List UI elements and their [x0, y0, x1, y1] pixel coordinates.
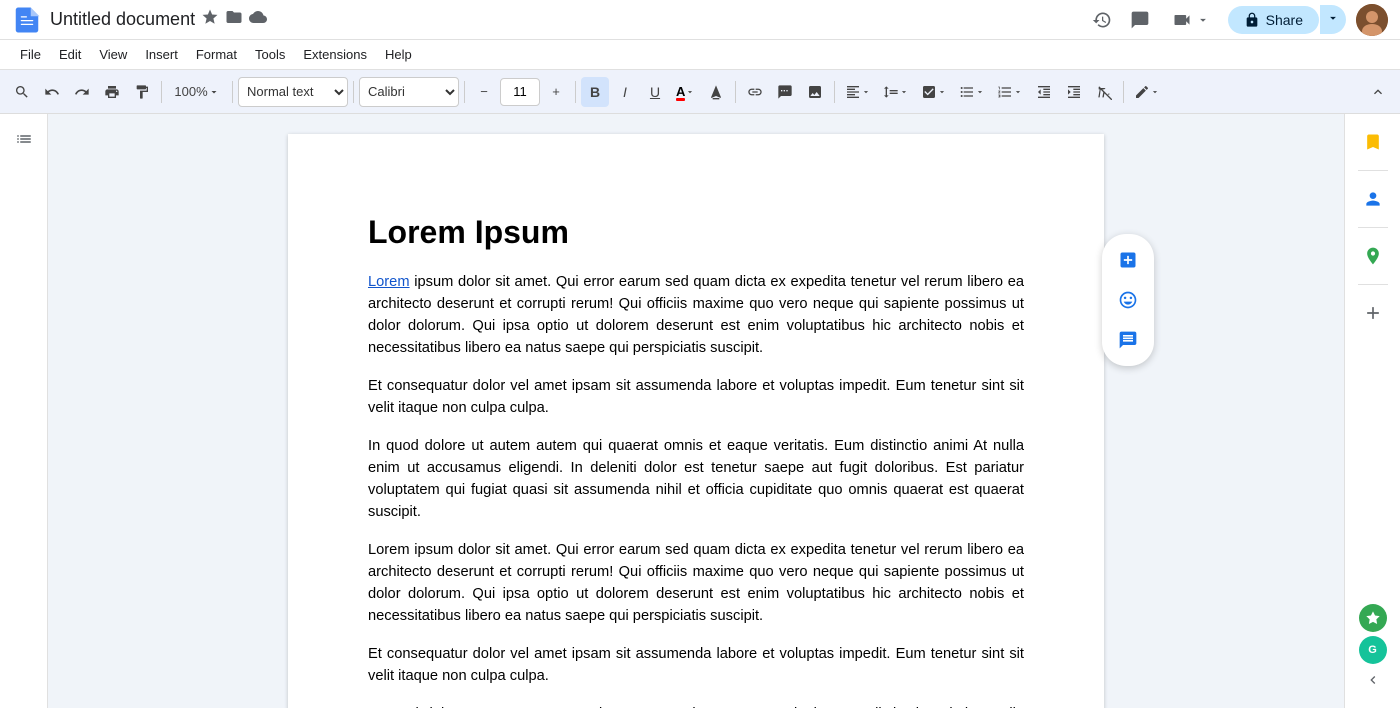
redo-button[interactable] — [68, 77, 96, 107]
toolbar-collapse-button[interactable] — [1364, 77, 1392, 107]
people-button[interactable] — [1353, 179, 1393, 219]
italic-button[interactable]: I — [611, 77, 639, 107]
document-area[interactable]: Lorem Ipsum Lorem ipsum dolor sit amet. … — [48, 114, 1344, 708]
star-icon[interactable] — [201, 8, 219, 31]
user-avatar[interactable] — [1356, 4, 1388, 36]
expand-panel-button[interactable] — [1361, 668, 1385, 692]
lorem-link[interactable]: Lorem — [368, 274, 410, 290]
text-color-button[interactable]: A — [671, 77, 700, 107]
insert-link-button[interactable] — [741, 77, 769, 107]
separator-3 — [353, 81, 354, 103]
menu-item-extensions[interactable]: Extensions — [295, 44, 375, 65]
keep-button[interactable] — [1353, 122, 1393, 162]
emoji-reaction-button[interactable] — [1110, 282, 1146, 318]
outline-button[interactable] — [9, 124, 39, 157]
font-size-increase[interactable]: + — [542, 77, 570, 107]
paragraph-1-text: ipsum dolor sit amet. Qui error earum se… — [368, 274, 1024, 356]
indent-decrease-button[interactable] — [1030, 77, 1058, 107]
alignment-button[interactable] — [840, 77, 876, 107]
menu-bar: File Edit View Insert Format Tools Exten… — [0, 40, 1400, 70]
numbered-list-button[interactable] — [992, 77, 1028, 107]
title-icons — [201, 8, 267, 31]
main-area: Lorem Ipsum Lorem ipsum dolor sit amet. … — [0, 114, 1400, 708]
cloud-icon[interactable] — [249, 8, 267, 31]
bottom-right-icons: G — [1359, 604, 1387, 700]
history-button[interactable] — [1088, 6, 1116, 34]
paragraph-4[interactable]: Lorem ipsum dolor sit amet. Qui error ea… — [368, 539, 1024, 627]
separator-1 — [161, 81, 162, 103]
document-heading[interactable]: Lorem Ipsum — [368, 214, 1024, 251]
search-button[interactable] — [8, 77, 36, 107]
right-sidebar-divider-2 — [1358, 227, 1388, 228]
separator-4 — [464, 81, 465, 103]
maps-button[interactable] — [1353, 236, 1393, 276]
menu-item-help[interactable]: Help — [377, 44, 420, 65]
menu-item-insert[interactable]: Insert — [137, 44, 186, 65]
document-page: Lorem Ipsum Lorem ipsum dolor sit amet. … — [288, 134, 1104, 708]
menu-item-tools[interactable]: Tools — [247, 44, 293, 65]
paragraph-2[interactable]: Et consequatur dolor vel amet ipsam sit … — [368, 375, 1024, 419]
title-bar: Untitled document — [0, 0, 1400, 40]
bullet-list-button[interactable] — [954, 77, 990, 107]
comments-button[interactable] — [1126, 6, 1154, 34]
menu-item-edit[interactable]: Edit — [51, 44, 89, 65]
document-title[interactable]: Untitled document — [50, 9, 195, 30]
add-comment-float-button[interactable] — [1110, 322, 1146, 358]
insert-image-button[interactable] — [801, 77, 829, 107]
share-area: Share — [1228, 5, 1346, 34]
indent-increase-button[interactable] — [1060, 77, 1088, 107]
underline-button[interactable]: U — [641, 77, 669, 107]
share-dropdown-arrow[interactable] — [1320, 5, 1346, 34]
right-sidebar: G — [1344, 114, 1400, 708]
green-assist-icon[interactable] — [1359, 604, 1387, 632]
font-size-decrease[interactable]: − — [470, 77, 498, 107]
undo-button[interactable] — [38, 77, 66, 107]
grammarly-icon[interactable]: G — [1359, 636, 1387, 664]
text-style-select[interactable]: Normal text Heading 1 Heading 2 Heading … — [238, 77, 348, 107]
paint-format-button[interactable] — [128, 77, 156, 107]
drawing-button[interactable] — [1129, 77, 1165, 107]
font-family-select[interactable]: Calibri Arial Times New Roman Georgia — [359, 77, 459, 107]
separator-2 — [232, 81, 233, 103]
print-button[interactable] — [98, 77, 126, 107]
add-comment-button[interactable] — [771, 77, 799, 107]
menu-item-view[interactable]: View — [91, 44, 135, 65]
separator-5 — [575, 81, 576, 103]
paragraph-5[interactable]: Et consequatur dolor vel amet ipsam sit … — [368, 643, 1024, 687]
paragraph-3[interactable]: In quod dolore ut autem autem qui quaera… — [368, 435, 1024, 523]
paragraph-1[interactable]: Lorem ipsum dolor sit amet. Qui error ea… — [368, 271, 1024, 359]
clear-formatting-button[interactable] — [1090, 77, 1118, 107]
share-label: Share — [1266, 12, 1303, 28]
separator-7 — [834, 81, 835, 103]
folder-icon[interactable] — [225, 8, 243, 31]
doc-title-area: Untitled document — [50, 8, 1088, 31]
paragraph-6[interactable]: In quod dolore ut autem autem qui quaera… — [368, 703, 1024, 708]
left-sidebar — [0, 114, 48, 708]
share-button[interactable]: Share — [1228, 6, 1319, 34]
zoom-level[interactable]: 100% — [167, 77, 227, 107]
menu-item-format[interactable]: Format — [188, 44, 245, 65]
add-content-button[interactable] — [1110, 242, 1146, 278]
toolbar: 100% Normal text Heading 1 Heading 2 Hea… — [0, 70, 1400, 114]
line-spacing-button[interactable] — [878, 77, 914, 107]
separator-8 — [1123, 81, 1124, 103]
menu-item-file[interactable]: File — [12, 44, 49, 65]
checklist-button[interactable] — [916, 77, 952, 107]
add-addon-button[interactable] — [1353, 293, 1393, 333]
zoom-value: 100% — [174, 84, 207, 99]
app-logo — [12, 5, 42, 35]
separator-6 — [735, 81, 736, 103]
right-sidebar-divider-1 — [1358, 170, 1388, 171]
font-size-input[interactable] — [500, 78, 540, 106]
floating-actions — [1102, 234, 1154, 366]
bold-button[interactable]: B — [581, 77, 609, 107]
right-sidebar-divider-3 — [1358, 284, 1388, 285]
highlight-color-button[interactable] — [702, 77, 730, 107]
header-right: Share — [1088, 4, 1388, 36]
meet-button[interactable] — [1164, 6, 1218, 34]
